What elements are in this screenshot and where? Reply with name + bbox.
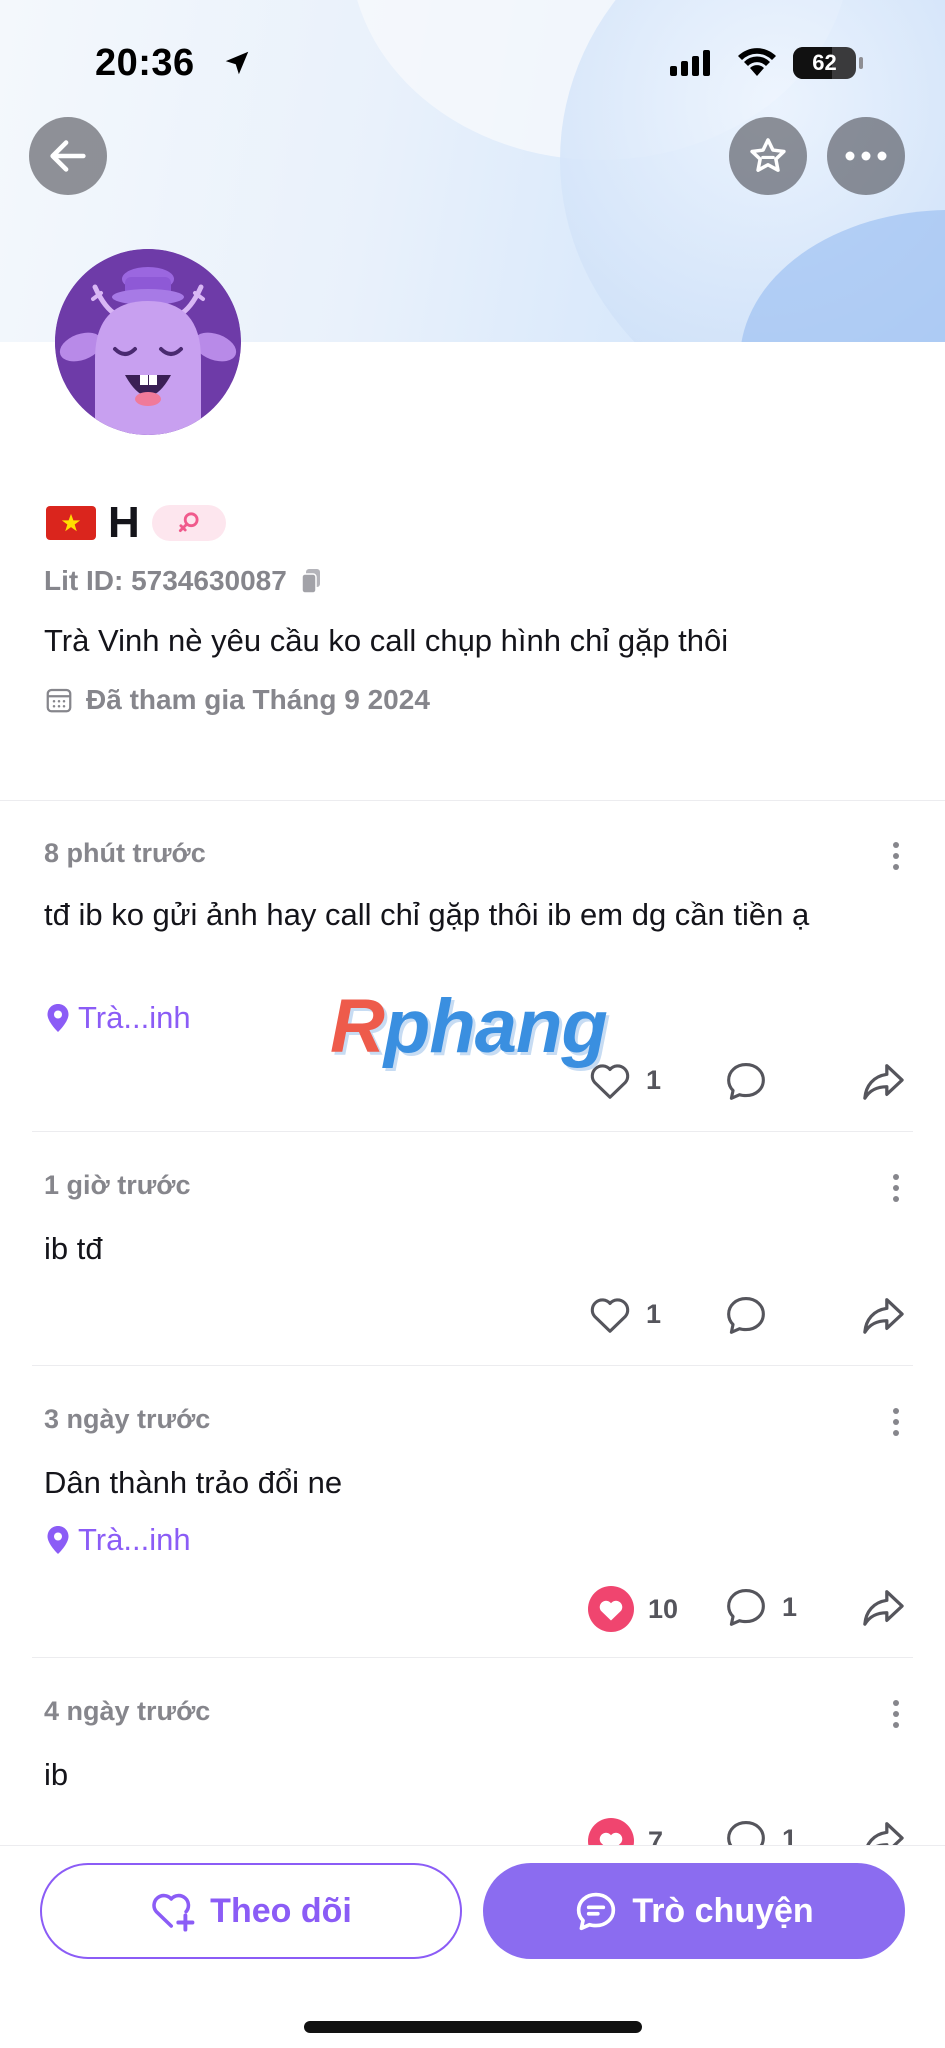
female-icon: [178, 512, 199, 532]
comment-icon: [727, 1589, 765, 1626]
post-time: 4 ngày trước: [44, 1696, 211, 1726]
post-more-icon[interactable]: [893, 1408, 899, 1436]
chat-bubble-icon: [577, 1892, 616, 1931]
calendar-icon: [46, 688, 72, 713]
chat-label: Trò chuyện: [632, 1891, 814, 1930]
comment-count: 1: [782, 1591, 798, 1622]
post-actions: 10 1: [32, 1586, 913, 1636]
post-more-icon[interactable]: [893, 1700, 899, 1728]
profile-name-row: H: [46, 498, 226, 548]
vietnam-flag-icon: [46, 506, 96, 540]
post-time: 3 ngày trước: [44, 1404, 211, 1434]
heart-filled-icon: [588, 1586, 634, 1632]
share-button[interactable]: [860, 1294, 906, 1336]
like-count: 1: [646, 1298, 662, 1329]
joined-text: Đã tham gia Tháng 9 2024: [86, 684, 430, 715]
post-time: 1 giờ trước: [44, 1170, 191, 1200]
location-pin-icon: [47, 1526, 69, 1554]
heart-outline-icon: [590, 1298, 630, 1333]
comment-button[interactable]: [724, 1294, 782, 1336]
battery-level: 62: [812, 50, 837, 75]
post-content: ib: [44, 1757, 69, 1792]
like-button[interactable]: 1: [588, 1294, 661, 1334]
wifi-icon: [738, 48, 776, 76]
post-more-icon[interactable]: [893, 1174, 899, 1202]
profile-bio: Trà Vinh nè yêu cầu ko call chụp hình ch…: [44, 623, 729, 658]
watermark-logo: Rphang: [330, 983, 608, 1070]
more-options-button[interactable]: [827, 117, 905, 195]
post-divider: [32, 1365, 913, 1366]
comment-icon: [727, 1297, 765, 1334]
battery-indicator: 62: [793, 47, 863, 79]
post-divider: [32, 1131, 913, 1132]
post-location[interactable]: Trà...inh: [46, 1000, 191, 1036]
gender-badge: [151, 505, 226, 541]
follow-label: Theo dõi: [210, 1891, 352, 1930]
like-count: 10: [648, 1593, 679, 1624]
post-actions: 1: [32, 1294, 913, 1344]
post-content: tđ ib ko gửi ảnh hay call chỉ gặp thôi i…: [44, 897, 810, 932]
watermark-initial: R: [330, 984, 385, 1069]
section-divider: [0, 800, 945, 801]
post-item[interactable]: 1 giờ trước ib tđ 1: [32, 1170, 913, 1360]
comment-button[interactable]: 1: [724, 1586, 797, 1628]
goat-mascot-avatar: [55, 249, 241, 435]
post-location-text: Trà...inh: [78, 1522, 191, 1557]
bottom-action-bar: Theo dõi Trò chuyện: [0, 1845, 945, 2048]
copy-icon[interactable]: [299, 567, 323, 595]
like-count: 1: [646, 1064, 662, 1095]
comment-icon: [727, 1063, 765, 1100]
post-location-text: Trà...inh: [78, 1000, 191, 1035]
arrow-left-icon: [50, 140, 86, 172]
chat-button[interactable]: Trò chuyện: [483, 1863, 905, 1959]
post-time: 8 phút trước: [44, 838, 206, 868]
share-button[interactable]: [860, 1586, 906, 1628]
share-button[interactable]: [860, 1060, 906, 1102]
share-icon: [863, 1298, 904, 1334]
more-horizontal-icon: [845, 151, 887, 161]
watermark-text: phang: [383, 984, 608, 1069]
post-content: Dân thành trảo đổi ne: [44, 1465, 343, 1500]
like-button[interactable]: 10: [588, 1586, 678, 1632]
location-arrow-icon: [225, 51, 249, 75]
post-more-icon[interactable]: [893, 842, 899, 870]
star-outline-icon: [750, 138, 786, 172]
post-content: ib tđ: [44, 1231, 103, 1266]
favorite-button[interactable]: [729, 117, 807, 195]
avatar[interactable]: [55, 249, 241, 435]
lit-id-text: Lit ID: 5734630087: [44, 565, 287, 596]
post-location[interactable]: Trà...inh: [46, 1522, 191, 1558]
heart-plus-icon: [152, 1893, 195, 1932]
post-divider: [32, 1657, 913, 1658]
home-indicator[interactable]: [304, 2021, 642, 2033]
location-pin-icon: [47, 1004, 69, 1032]
status-time: 20:36: [95, 42, 195, 84]
post-item[interactable]: 3 ngày trước Dân thành trảo đổi ne Trà..…: [32, 1404, 913, 1654]
cellular-signal-icon: [670, 50, 710, 76]
user-name: H: [108, 498, 140, 547]
follow-button[interactable]: Theo dõi: [40, 1863, 462, 1959]
joined-row: Đã tham gia Tháng 9 2024: [44, 684, 430, 716]
comment-button[interactable]: [724, 1060, 782, 1102]
share-icon: [863, 1064, 904, 1100]
back-button[interactable]: [29, 117, 107, 195]
lit-id-row: Lit ID: 5734630087: [44, 565, 323, 597]
share-icon: [863, 1590, 904, 1626]
